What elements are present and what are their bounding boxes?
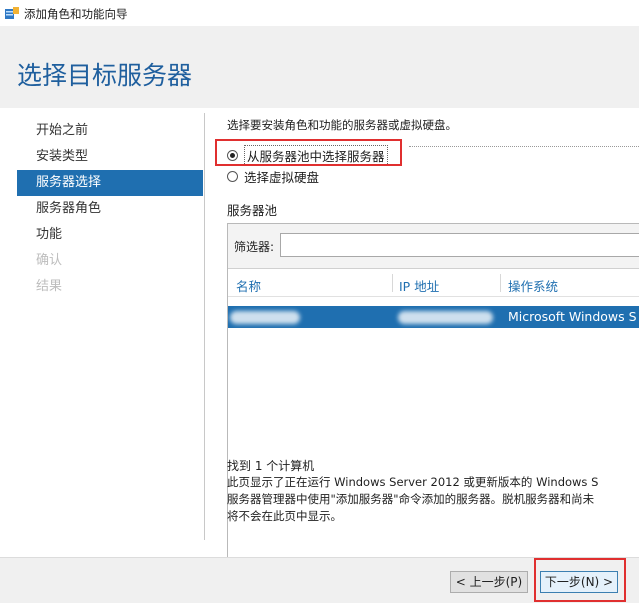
page-description: 选择要安装角色和功能的服务器或虚拟硬盘。 [227, 118, 457, 132]
column-header-ip[interactable]: IP 地址 [399, 276, 439, 295]
window-title: 添加角色和功能向导 [24, 7, 128, 21]
info-line: 此页显示了正在运行 Windows Server 2012 或更新版本的 Win… [227, 475, 599, 489]
highlight-box-option [215, 139, 402, 166]
found-count: 找到 1 个计算机 [227, 459, 315, 473]
nav-item-before-you-begin[interactable]: 开始之前 [17, 118, 203, 144]
nav-item-server-selection[interactable]: 服务器选择 [17, 170, 203, 196]
column-header-name[interactable]: 名称 [236, 276, 261, 295]
info-line: 将不会在此页中显示。 [227, 509, 342, 523]
radio-unselected-icon[interactable] [227, 170, 238, 182]
server-manager-icon [5, 7, 19, 19]
nav-item-features[interactable]: 功能 [17, 222, 203, 248]
option-virtual-disk[interactable]: 选择虚拟硬盘 [227, 167, 319, 185]
redacted-name [230, 311, 300, 324]
info-text: 此页显示了正在运行 Windows Server 2012 或更新版本的 Win… [227, 474, 639, 525]
page-title: 选择目标服务器 [17, 61, 193, 90]
header-divider [228, 296, 639, 297]
focus-dotted-line [409, 146, 639, 147]
nav-item-server-roles[interactable]: 服务器角色 [17, 196, 203, 222]
info-line: 服务器管理器中使用"添加服务器"命令添加的服务器。脱机服务器和尚未 [227, 492, 595, 506]
column-separator[interactable] [392, 274, 393, 292]
previous-button[interactable]: < 上一步(P) [450, 571, 528, 593]
row-os: Microsoft Windows S [508, 309, 637, 324]
server-pool-label: 服务器池 [227, 203, 278, 218]
redacted-ip [398, 311, 493, 324]
nav-item-results: 结果 [36, 279, 63, 294]
filter-label: 筛选器: [234, 240, 275, 254]
wizard-nav: 开始之前 安装类型 服务器选择 服务器角色 功能 确认 结果 [17, 118, 203, 300]
filter-bar: 筛选器: [228, 224, 639, 269]
nav-item-confirmation: 确认 [36, 253, 63, 268]
option-virtual-disk-label[interactable]: 选择虚拟硬盘 [244, 167, 319, 186]
title-bar: 添加角色和功能向导 [0, 0, 639, 26]
nav-divider [204, 113, 205, 540]
table-row[interactable]: Microsoft Windows S [228, 306, 639, 328]
column-header-os[interactable]: 操作系统 [508, 276, 558, 295]
nav-item-installation-type[interactable]: 安装类型 [17, 144, 203, 170]
column-separator[interactable] [500, 274, 501, 292]
filter-input[interactable] [280, 233, 639, 257]
highlight-box-next [534, 558, 626, 602]
